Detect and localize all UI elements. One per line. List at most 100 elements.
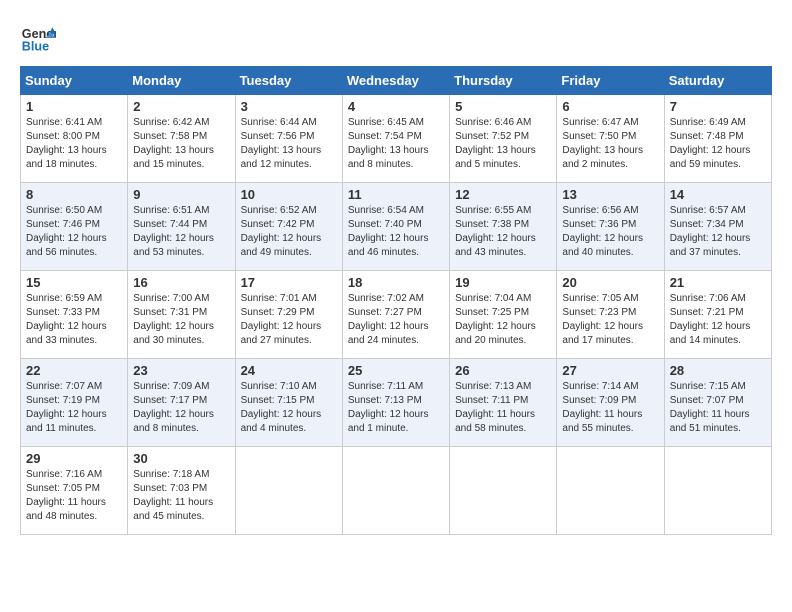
calendar-cell: 8 Sunrise: 6:50 AMSunset: 7:46 PMDayligh… [21, 183, 128, 271]
day-info: Sunrise: 7:01 AMSunset: 7:29 PMDaylight:… [241, 293, 322, 346]
day-info: Sunrise: 6:57 AMSunset: 7:34 PMDaylight:… [670, 205, 751, 258]
day-number: 11 [348, 187, 444, 202]
column-header-wednesday: Wednesday [342, 67, 449, 95]
day-number: 24 [241, 363, 337, 378]
day-info: Sunrise: 6:46 AMSunset: 7:52 PMDaylight:… [455, 117, 536, 170]
calendar-cell: 6 Sunrise: 6:47 AMSunset: 7:50 PMDayligh… [557, 95, 664, 183]
calendar-cell [664, 447, 771, 535]
day-number: 30 [133, 451, 229, 466]
day-info: Sunrise: 6:41 AMSunset: 8:00 PMDaylight:… [26, 117, 107, 170]
calendar-cell: 4 Sunrise: 6:45 AMSunset: 7:54 PMDayligh… [342, 95, 449, 183]
calendar-cell: 13 Sunrise: 6:56 AMSunset: 7:36 PMDaylig… [557, 183, 664, 271]
day-number: 17 [241, 275, 337, 290]
calendar-cell: 29 Sunrise: 7:16 AMSunset: 7:05 PMDaylig… [21, 447, 128, 535]
day-number: 8 [26, 187, 122, 202]
calendar-week-5: 29 Sunrise: 7:16 AMSunset: 7:05 PMDaylig… [21, 447, 772, 535]
calendar-cell: 16 Sunrise: 7:00 AMSunset: 7:31 PMDaylig… [128, 271, 235, 359]
column-header-thursday: Thursday [450, 67, 557, 95]
header-row: SundayMondayTuesdayWednesdayThursdayFrid… [21, 67, 772, 95]
page-header: General Blue [20, 20, 772, 56]
day-number: 20 [562, 275, 658, 290]
calendar-cell: 7 Sunrise: 6:49 AMSunset: 7:48 PMDayligh… [664, 95, 771, 183]
calendar-week-1: 1 Sunrise: 6:41 AMSunset: 8:00 PMDayligh… [21, 95, 772, 183]
calendar-cell: 22 Sunrise: 7:07 AMSunset: 7:19 PMDaylig… [21, 359, 128, 447]
day-number: 9 [133, 187, 229, 202]
day-number: 21 [670, 275, 766, 290]
calendar-cell: 10 Sunrise: 6:52 AMSunset: 7:42 PMDaylig… [235, 183, 342, 271]
day-number: 29 [26, 451, 122, 466]
calendar-cell: 14 Sunrise: 6:57 AMSunset: 7:34 PMDaylig… [664, 183, 771, 271]
day-number: 3 [241, 99, 337, 114]
day-info: Sunrise: 7:11 AMSunset: 7:13 PMDaylight:… [348, 381, 429, 434]
day-number: 23 [133, 363, 229, 378]
logo: General Blue [20, 20, 56, 56]
calendar-cell: 2 Sunrise: 6:42 AMSunset: 7:58 PMDayligh… [128, 95, 235, 183]
day-info: Sunrise: 7:16 AMSunset: 7:05 PMDaylight:… [26, 469, 106, 522]
calendar-cell: 25 Sunrise: 7:11 AMSunset: 7:13 PMDaylig… [342, 359, 449, 447]
day-number: 7 [670, 99, 766, 114]
day-info: Sunrise: 7:14 AMSunset: 7:09 PMDaylight:… [562, 381, 642, 434]
day-number: 26 [455, 363, 551, 378]
day-info: Sunrise: 6:55 AMSunset: 7:38 PMDaylight:… [455, 205, 536, 258]
day-info: Sunrise: 6:49 AMSunset: 7:48 PMDaylight:… [670, 117, 751, 170]
calendar-cell: 5 Sunrise: 6:46 AMSunset: 7:52 PMDayligh… [450, 95, 557, 183]
day-info: Sunrise: 6:59 AMSunset: 7:33 PMDaylight:… [26, 293, 107, 346]
day-number: 19 [455, 275, 551, 290]
column-header-saturday: Saturday [664, 67, 771, 95]
day-info: Sunrise: 6:47 AMSunset: 7:50 PMDaylight:… [562, 117, 643, 170]
svg-text:Blue: Blue [22, 40, 49, 54]
logo-icon: General Blue [20, 20, 56, 56]
day-info: Sunrise: 7:10 AMSunset: 7:15 PMDaylight:… [241, 381, 322, 434]
calendar-cell [450, 447, 557, 535]
day-info: Sunrise: 6:56 AMSunset: 7:36 PMDaylight:… [562, 205, 643, 258]
day-number: 1 [26, 99, 122, 114]
calendar-cell: 12 Sunrise: 6:55 AMSunset: 7:38 PMDaylig… [450, 183, 557, 271]
day-info: Sunrise: 7:09 AMSunset: 7:17 PMDaylight:… [133, 381, 214, 434]
column-header-sunday: Sunday [21, 67, 128, 95]
day-info: Sunrise: 7:04 AMSunset: 7:25 PMDaylight:… [455, 293, 536, 346]
day-number: 25 [348, 363, 444, 378]
day-number: 18 [348, 275, 444, 290]
calendar-cell: 15 Sunrise: 6:59 AMSunset: 7:33 PMDaylig… [21, 271, 128, 359]
day-number: 14 [670, 187, 766, 202]
column-header-friday: Friday [557, 67, 664, 95]
day-info: Sunrise: 7:15 AMSunset: 7:07 PMDaylight:… [670, 381, 750, 434]
calendar-cell: 23 Sunrise: 7:09 AMSunset: 7:17 PMDaylig… [128, 359, 235, 447]
calendar-cell: 26 Sunrise: 7:13 AMSunset: 7:11 PMDaylig… [450, 359, 557, 447]
day-number: 2 [133, 99, 229, 114]
day-number: 5 [455, 99, 551, 114]
calendar-table: SundayMondayTuesdayWednesdayThursdayFrid… [20, 66, 772, 535]
calendar-cell: 21 Sunrise: 7:06 AMSunset: 7:21 PMDaylig… [664, 271, 771, 359]
day-number: 4 [348, 99, 444, 114]
day-info: Sunrise: 6:51 AMSunset: 7:44 PMDaylight:… [133, 205, 214, 258]
day-number: 22 [26, 363, 122, 378]
day-number: 16 [133, 275, 229, 290]
day-number: 10 [241, 187, 337, 202]
column-header-tuesday: Tuesday [235, 67, 342, 95]
day-number: 28 [670, 363, 766, 378]
calendar-cell: 11 Sunrise: 6:54 AMSunset: 7:40 PMDaylig… [342, 183, 449, 271]
day-info: Sunrise: 7:13 AMSunset: 7:11 PMDaylight:… [455, 381, 535, 434]
calendar-cell: 18 Sunrise: 7:02 AMSunset: 7:27 PMDaylig… [342, 271, 449, 359]
day-info: Sunrise: 7:02 AMSunset: 7:27 PMDaylight:… [348, 293, 429, 346]
day-number: 13 [562, 187, 658, 202]
calendar-cell: 19 Sunrise: 7:04 AMSunset: 7:25 PMDaylig… [450, 271, 557, 359]
calendar-cell: 28 Sunrise: 7:15 AMSunset: 7:07 PMDaylig… [664, 359, 771, 447]
calendar-cell: 20 Sunrise: 7:05 AMSunset: 7:23 PMDaylig… [557, 271, 664, 359]
column-header-monday: Monday [128, 67, 235, 95]
day-number: 15 [26, 275, 122, 290]
calendar-cell: 3 Sunrise: 6:44 AMSunset: 7:56 PMDayligh… [235, 95, 342, 183]
day-number: 27 [562, 363, 658, 378]
calendar-cell [557, 447, 664, 535]
day-number: 6 [562, 99, 658, 114]
day-info: Sunrise: 7:00 AMSunset: 7:31 PMDaylight:… [133, 293, 214, 346]
calendar-cell: 1 Sunrise: 6:41 AMSunset: 8:00 PMDayligh… [21, 95, 128, 183]
calendar-cell [235, 447, 342, 535]
calendar-cell: 17 Sunrise: 7:01 AMSunset: 7:29 PMDaylig… [235, 271, 342, 359]
day-info: Sunrise: 6:52 AMSunset: 7:42 PMDaylight:… [241, 205, 322, 258]
calendar-cell [342, 447, 449, 535]
day-info: Sunrise: 7:07 AMSunset: 7:19 PMDaylight:… [26, 381, 107, 434]
day-info: Sunrise: 6:45 AMSunset: 7:54 PMDaylight:… [348, 117, 429, 170]
day-info: Sunrise: 7:05 AMSunset: 7:23 PMDaylight:… [562, 293, 643, 346]
day-number: 12 [455, 187, 551, 202]
